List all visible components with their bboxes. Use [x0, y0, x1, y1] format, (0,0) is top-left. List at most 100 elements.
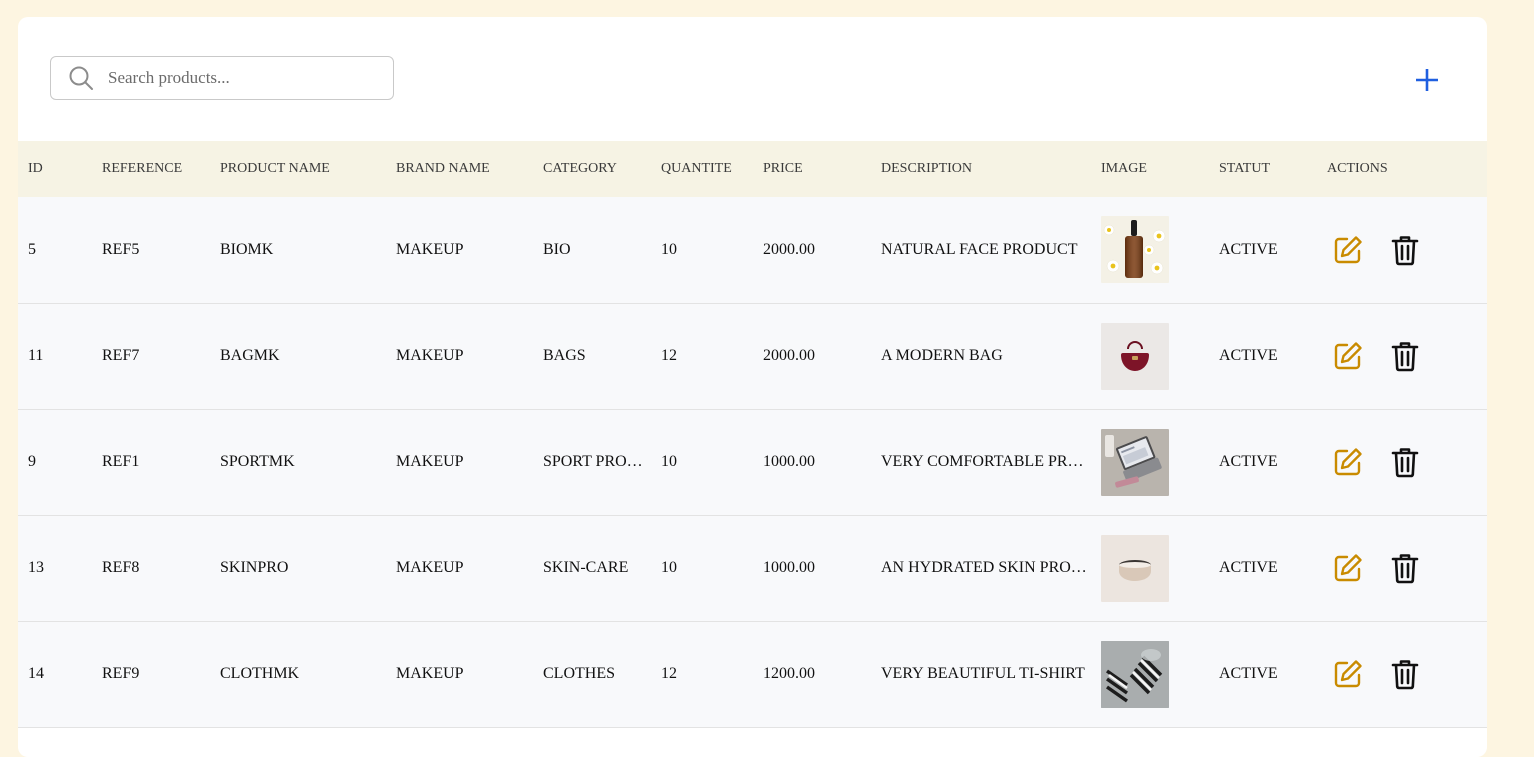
cell-description: AN HYDRATED SKIN PRODUCT	[881, 559, 1091, 576]
cell-id: 11	[28, 347, 44, 364]
cell-price: 1000.00	[763, 453, 815, 470]
cell-reference: REF1	[102, 453, 140, 470]
cell-quantity: 12	[661, 665, 677, 682]
product-image	[1101, 322, 1209, 390]
product-image	[1101, 428, 1209, 496]
column-header-category[interactable]: CATEGORY	[533, 141, 651, 197]
cell-brand-name: MAKEUP	[396, 347, 464, 364]
product-image	[1101, 216, 1209, 284]
cell-reference: REF7	[102, 347, 140, 364]
toolbar	[18, 17, 1487, 141]
edit-icon	[1334, 236, 1362, 263]
edit-icon	[1334, 554, 1362, 582]
delete-button[interactable]	[1391, 658, 1419, 690]
column-header-reference[interactable]: REFERENCE	[92, 141, 210, 197]
cell-actions	[1317, 197, 1487, 303]
cell-brand-name: MAKEUP	[396, 453, 464, 470]
cell-status: ACTIVE	[1219, 453, 1278, 470]
trash-icon	[1391, 448, 1419, 478]
products-card: ID REFERENCE PRODUCT NAME BRAND NAME CAT…	[18, 17, 1487, 757]
table-row: 5 REF5 BIOMK MAKEUP BIO 10 2000.00 NATUR…	[18, 197, 1487, 303]
products-table: ID REFERENCE PRODUCT NAME BRAND NAME CAT…	[18, 141, 1487, 728]
cell-product-name: SPORTMK	[220, 453, 295, 470]
column-header-price[interactable]: PRICE	[753, 141, 871, 197]
edit-button[interactable]	[1333, 235, 1363, 265]
cell-id: 13	[28, 559, 44, 576]
cell-actions	[1317, 303, 1487, 409]
cell-quantity: 10	[661, 453, 677, 470]
column-header-actions: ACTIONS	[1327, 161, 1388, 176]
search-box[interactable]	[50, 56, 394, 100]
delete-button[interactable]	[1391, 446, 1419, 478]
delete-button[interactable]	[1391, 340, 1419, 372]
edit-button[interactable]	[1333, 659, 1363, 689]
trash-icon	[1391, 660, 1419, 690]
cell-reference: REF9	[102, 665, 140, 682]
cell-reference: REF5	[102, 240, 140, 258]
cell-product-name: SKINPRO	[220, 559, 289, 576]
cell-price: 2000.00	[763, 240, 815, 258]
delete-button[interactable]	[1391, 552, 1419, 584]
cell-id: 14	[28, 665, 44, 682]
edit-icon	[1334, 448, 1362, 476]
column-header-product-name[interactable]: PRODUCT NAME	[210, 141, 386, 197]
product-image	[1101, 640, 1209, 708]
cell-description: A MODERN BAG	[881, 347, 1003, 364]
cell-brand-name: MAKEUP	[396, 559, 464, 576]
edit-icon	[1334, 342, 1362, 370]
cell-quantity: 10	[661, 559, 677, 576]
column-header-image: IMAGE	[1101, 161, 1147, 176]
column-header-statut[interactable]: STATUT	[1209, 141, 1317, 197]
cell-status: ACTIVE	[1219, 665, 1278, 682]
cell-image	[1091, 621, 1209, 727]
cell-quantity: 12	[661, 347, 677, 364]
cell-product-name: BAGMK	[220, 347, 280, 364]
table-row: 14 REF9 CLOTHMK MAKEUP CLOTHES 12 1200.0…	[18, 621, 1487, 727]
cell-description: VERY BEAUTIFUL TI-SHIRT	[881, 665, 1085, 682]
cell-product-name: BIOMK	[220, 240, 274, 258]
plus-icon	[1414, 67, 1440, 93]
cell-category: SPORT PRODUCTS	[543, 453, 651, 470]
add-product-button[interactable]	[1412, 65, 1442, 95]
table-row: 11 REF7 BAGMK MAKEUP BAGS 12 2000.00 A M…	[18, 303, 1487, 409]
edit-button[interactable]	[1333, 447, 1363, 477]
cell-image	[1091, 409, 1209, 515]
cell-actions	[1317, 515, 1487, 621]
cell-image	[1091, 303, 1209, 409]
cell-image	[1091, 197, 1209, 303]
edit-icon	[1334, 660, 1362, 688]
column-header-quantite[interactable]: QUANTITE	[651, 141, 753, 197]
cell-description: NATURAL FACE PRODUCT	[881, 240, 1078, 258]
search-icon	[68, 65, 94, 91]
cell-product-name: CLOTHMK	[220, 665, 300, 682]
column-header-description[interactable]: DESCRIPTION	[871, 141, 1091, 197]
cell-price: 2000.00	[763, 347, 815, 364]
trash-icon	[1391, 235, 1419, 266]
product-image	[1101, 534, 1209, 602]
edit-button[interactable]	[1333, 553, 1363, 583]
cell-status: ACTIVE	[1219, 240, 1278, 258]
trash-icon	[1391, 342, 1419, 372]
cell-actions	[1317, 621, 1487, 727]
column-header-brand-name[interactable]: BRAND NAME	[386, 141, 533, 197]
cell-price: 1000.00	[763, 559, 815, 576]
delete-button[interactable]	[1391, 234, 1419, 266]
edit-button[interactable]	[1333, 341, 1363, 371]
cell-brand-name: MAKEUP	[396, 240, 464, 258]
cell-image	[1091, 515, 1209, 621]
cell-price: 1200.00	[763, 665, 815, 682]
cell-status: ACTIVE	[1219, 559, 1278, 576]
cell-description: VERY COMFORTABLE PRODUCT	[881, 453, 1091, 470]
cell-category: BIO	[543, 240, 571, 258]
cell-brand-name: MAKEUP	[396, 665, 464, 682]
search-input[interactable]	[106, 67, 370, 89]
cell-quantity: 10	[661, 240, 677, 258]
cell-id: 5	[28, 240, 36, 258]
cell-category: CLOTHES	[543, 665, 615, 682]
cell-status: ACTIVE	[1219, 347, 1278, 364]
table-header: ID REFERENCE PRODUCT NAME BRAND NAME CAT…	[18, 141, 1487, 197]
table-row: 13 REF8 SKINPRO MAKEUP SKIN-CARE 10 1000…	[18, 515, 1487, 621]
cell-category: BAGS	[543, 347, 586, 364]
column-header-id[interactable]: ID	[18, 141, 92, 197]
cell-reference: REF8	[102, 559, 140, 576]
